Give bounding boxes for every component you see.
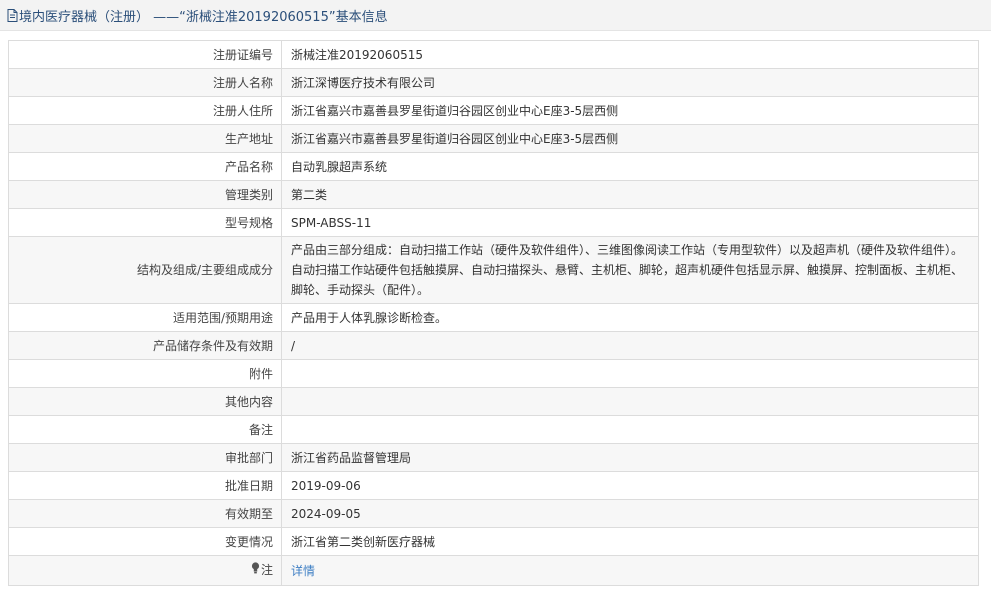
table-row: 产品储存条件及有效期 /: [8, 331, 979, 360]
row-value: 产品由三部分组成：自动扫描工作站（硬件及软件组件）、三维图像阅读工作站（专用型软…: [281, 236, 979, 304]
row-label: 其他内容: [8, 387, 282, 416]
table-row-note: 注 详情: [8, 555, 979, 586]
row-value: [281, 359, 979, 388]
row-value: 2024-09-05: [281, 499, 979, 528]
row-value: 浙江省嘉兴市嘉善县罗星街道归谷园区创业中心E座3-5层西侧: [281, 96, 979, 125]
row-value: [281, 415, 979, 444]
table-row: 管理类别 第二类: [8, 180, 979, 209]
page-title: 境内医疗器械（注册） ——“浙械注准20192060515”基本信息: [19, 9, 388, 25]
row-value: 2019-09-06: [281, 471, 979, 500]
row-label: 产品名称: [8, 152, 282, 181]
table-row: 审批部门 浙江省药品监督管理局: [8, 443, 979, 472]
row-label: 附件: [8, 359, 282, 388]
row-label: 备注: [8, 415, 282, 444]
row-label: 注册人住所: [8, 96, 282, 125]
row-label: 批准日期: [8, 471, 282, 500]
row-label: 结构及组成/主要组成成分: [8, 236, 282, 304]
table-row: 结构及组成/主要组成成分 产品由三部分组成：自动扫描工作站（硬件及软件组件）、三…: [8, 236, 979, 304]
row-label: 注册人名称: [8, 68, 282, 97]
info-table: 注册证编号 浙械注准20192060515 注册人名称 浙江深博医疗技术有限公司…: [8, 40, 979, 586]
row-value: 浙江省第二类创新医疗器械: [281, 527, 979, 556]
table-row: 有效期至 2024-09-05: [8, 499, 979, 528]
row-label: 注册证编号: [8, 40, 282, 69]
row-value: [281, 387, 979, 416]
row-value: 浙江省药品监督管理局: [281, 443, 979, 472]
row-value: /: [281, 331, 979, 360]
row-value: 浙械注准20192060515: [281, 40, 979, 69]
details-link[interactable]: 详情: [291, 564, 315, 578]
note-label-cell: 注: [8, 555, 282, 586]
row-label: 有效期至: [8, 499, 282, 528]
table-row: 变更情况 浙江省第二类创新医疗器械: [8, 527, 979, 556]
table-row: 注册人住所 浙江省嘉兴市嘉善县罗星街道归谷园区创业中心E座3-5层西侧: [8, 96, 979, 125]
table-row: 其他内容: [8, 387, 979, 416]
table-row: 适用范围/预期用途 产品用于人体乳腺诊断检查。: [8, 303, 979, 332]
table-row: 型号规格 SPM-ABSS-11: [8, 208, 979, 237]
table-row: 备注: [8, 415, 979, 444]
table-row: 注册人名称 浙江深博医疗技术有限公司: [8, 68, 979, 97]
row-label: 产品储存条件及有效期: [8, 331, 282, 360]
row-value: SPM-ABSS-11: [281, 208, 979, 237]
table-row: 注册证编号 浙械注准20192060515: [8, 40, 979, 69]
table-row: 产品名称 自动乳腺超声系统: [8, 152, 979, 181]
row-label: 适用范围/预期用途: [8, 303, 282, 332]
document-icon: [6, 8, 18, 22]
row-label: 审批部门: [8, 443, 282, 472]
table-row: 附件: [8, 359, 979, 388]
note-label: 注: [260, 563, 273, 577]
lightbulb-icon: [251, 562, 260, 580]
row-label: 管理类别: [8, 180, 282, 209]
row-value: 产品用于人体乳腺诊断检查。: [281, 303, 979, 332]
row-label: 变更情况: [8, 527, 282, 556]
row-value: 第二类: [281, 180, 979, 209]
row-label: 生产地址: [8, 124, 282, 153]
row-value: 浙江省嘉兴市嘉善县罗星街道归谷园区创业中心E座3-5层西侧: [281, 124, 979, 153]
table-row: 生产地址 浙江省嘉兴市嘉善县罗星街道归谷园区创业中心E座3-5层西侧: [8, 124, 979, 153]
row-value: 自动乳腺超声系统: [281, 152, 979, 181]
row-value: 浙江深博医疗技术有限公司: [281, 68, 979, 97]
page-header: 境内医疗器械（注册） ——“浙械注准20192060515”基本信息: [0, 0, 991, 31]
row-label: 型号规格: [8, 208, 282, 237]
note-value-cell: 详情: [281, 555, 979, 586]
table-row: 批准日期 2019-09-06: [8, 471, 979, 500]
